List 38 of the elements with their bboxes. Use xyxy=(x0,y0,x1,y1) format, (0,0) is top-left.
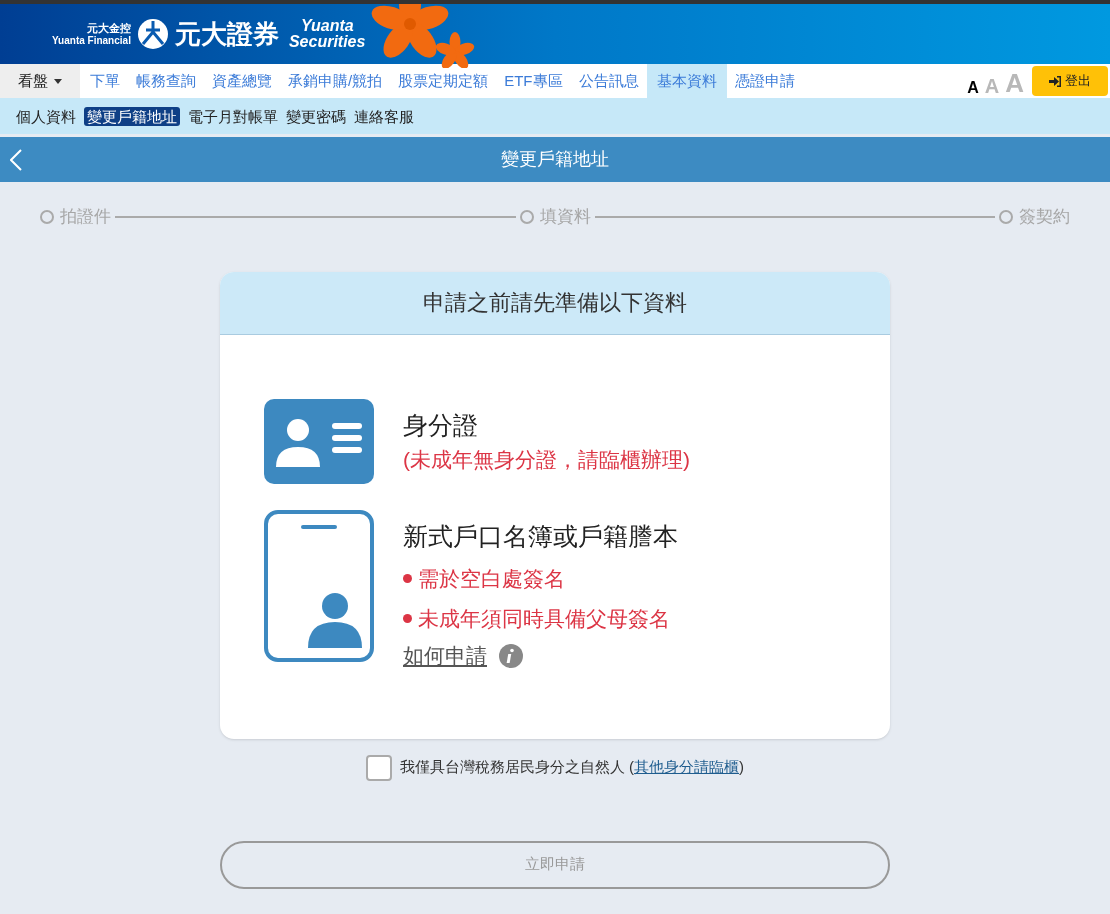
document-note: (未成年無身分證，請臨櫃辦理) xyxy=(403,447,690,473)
portrait-card-icon xyxy=(264,509,374,662)
step-label: 填資料 xyxy=(539,206,591,228)
logout-button[interactable]: 登出 xyxy=(1032,66,1108,96)
logo-text: Securities xyxy=(288,34,366,50)
info-icon[interactable] xyxy=(499,643,523,668)
document-title: 新式戶口名簿或戶籍謄本 xyxy=(403,520,678,552)
agreement-text: 我僅具台灣稅務居民身分之自然人 (其他身分請臨櫃) xyxy=(399,757,745,778)
sign-in-icon xyxy=(1049,75,1061,87)
sub-nav-item[interactable]: 電子月對帳單 xyxy=(188,108,278,124)
other-identity-link[interactable]: 其他身分請臨櫃 xyxy=(634,758,740,776)
requirement-text: 需於空白處簽名 xyxy=(418,566,565,592)
bullet-icon xyxy=(403,574,412,584)
sub-nav-item[interactable]: 變更戶籍地址 xyxy=(84,106,180,126)
sub-nav-item[interactable]: 連絡客服 xyxy=(354,108,414,124)
nav-item[interactable]: 基本資料 xyxy=(646,64,727,98)
caret-icon xyxy=(54,78,62,84)
back-icon xyxy=(10,149,22,171)
logo-text: 元大金控 xyxy=(86,22,131,34)
font-size-button[interactable]: A xyxy=(967,80,979,96)
logo-icon xyxy=(136,18,169,50)
how-to-apply-link[interactable]: 如何申請 xyxy=(403,640,487,672)
back-button[interactable] xyxy=(10,149,22,171)
nav-item[interactable]: 看盤 xyxy=(0,64,80,98)
page-title: 變更戶籍地址 xyxy=(501,148,609,171)
logo-text: Yuanta xyxy=(300,18,355,34)
logo-text: 元大證券 xyxy=(174,21,279,47)
id-card-icon xyxy=(264,398,374,484)
sub-nav-item[interactable]: 變更密碼 xyxy=(286,108,346,124)
checkbox[interactable] xyxy=(365,754,392,781)
sub-nav-item[interactable]: 個人資料 xyxy=(16,108,76,124)
step-label: 簽契約 xyxy=(1019,206,1070,228)
bullet-icon xyxy=(403,613,412,623)
requirement-text: 未成年須同時具備父母簽名 xyxy=(418,605,670,632)
document-title: 身分證 xyxy=(403,409,479,441)
logo-text: Yuanta Financial xyxy=(52,35,131,46)
card-title: 申請之前請先準備以下資料 xyxy=(423,289,687,317)
step-label: 拍證件 xyxy=(60,206,111,228)
